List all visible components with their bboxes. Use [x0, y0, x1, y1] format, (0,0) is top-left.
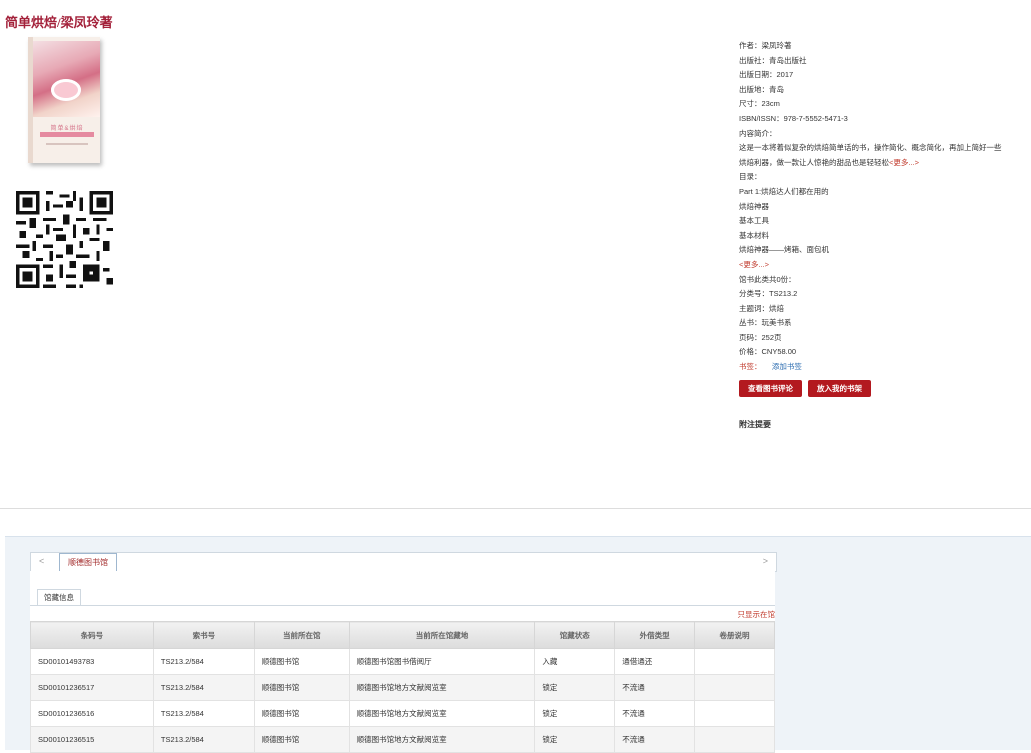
toc-item: 烘焙神器——烤箱、面包机: [739, 245, 829, 255]
toc-item: 烘焙神器: [739, 201, 769, 211]
publisher: 出版社：青岛出版社: [739, 55, 807, 65]
book-title: 简单烘焙/梁凤玲著: [5, 15, 113, 30]
view-reviews-button[interactable]: 查看图书评论: [739, 380, 802, 397]
volume-cell: [694, 700, 775, 727]
status-cell: 锁定: [534, 700, 616, 727]
series: 丛书：玩美书系: [739, 318, 792, 328]
cover-subtitle-line: [46, 143, 88, 145]
volume-cell: [694, 674, 775, 701]
size: 尺寸：23cm: [739, 99, 780, 109]
intro-line-2: 烘焙利器，做一款让人惊艳的甜品也是轻轻松<更多...>: [739, 156, 1029, 171]
book-cover-image: 简单&烘焙: [28, 37, 100, 163]
publish-date: 出版日期：2017: [739, 70, 794, 80]
status-cell: 锁定: [534, 674, 616, 701]
cover-photo: [33, 41, 100, 117]
publish-place: 出版地：青岛: [739, 84, 784, 94]
library-cell: 顺德图书馆: [253, 674, 350, 701]
tab-holdings-info[interactable]: 馆藏信息: [37, 589, 81, 605]
page-count: 页码：252页: [739, 332, 782, 342]
column-header[interactable]: 索书号: [152, 621, 255, 649]
column-header[interactable]: 卷册说明: [694, 621, 775, 649]
column-header[interactable]: 条码号: [30, 621, 154, 649]
isbn: ISBN/ISSN：978-7-5552-5471-3: [739, 113, 848, 123]
table-row: SD00101236517 TS213.2/584 顺德图书馆 顺德图书馆地方文…: [30, 674, 775, 701]
add-bookmark-link[interactable]: 添加书签: [772, 362, 802, 371]
barcode-cell: SD00101236517: [30, 674, 154, 701]
class-number: 分类号：TS213.2: [739, 289, 798, 299]
subject-words: 主题词：烘焙: [739, 303, 784, 313]
divider: [0, 508, 1031, 509]
loan-type-cell: 不流通: [614, 674, 696, 701]
author: 作者：梁凤玲著: [739, 41, 792, 50]
intro-text: 烘焙利器，做一款让人惊艳的甜品也是轻轻松: [739, 157, 889, 167]
intro-label: 内容简介：: [739, 128, 777, 138]
chevron-left-icon[interactable]: <: [39, 556, 44, 566]
table-header-row: 条码号 索书号 当前所在馆 当前所在馆藏地 馆藏状态 外借类型 卷册说明: [30, 621, 775, 649]
subtab-divider: [30, 605, 775, 606]
add-to-shelf-button[interactable]: 放入我的书架: [808, 380, 871, 397]
barcode-cell: SD00101493783: [30, 648, 154, 675]
holdings-content: 馆藏信息 只显示在馆 条码号 索书号 当前所在馆 当前所在馆藏地 馆藏状态 外借…: [30, 571, 776, 753]
location-cell: 顺德图书馆地方文献阅览室: [348, 674, 536, 701]
action-buttons: 查看图书评论 放入我的书架: [739, 380, 877, 397]
column-header[interactable]: 馆藏状态: [534, 621, 616, 649]
copies-count: 馆书此类共0份：: [739, 274, 796, 284]
location-cell: 顺德图书馆地方文献阅览室: [348, 700, 536, 727]
bookmark-label: 书签：: [739, 362, 762, 372]
qr-code-icon: [16, 191, 113, 288]
chevron-right-icon[interactable]: >: [763, 556, 768, 566]
intro-more-link[interactable]: <更多...>: [889, 158, 919, 167]
barcode-cell: SD00101236516: [30, 700, 154, 727]
intro-line-1: 这是一本将着似复杂的烘焙简单话的书，操作简化、概念简化，再加上简好一些: [739, 143, 1002, 153]
library-cell: 顺德图书馆: [253, 648, 350, 675]
table-row: SD00101236516 TS213.2/584 顺德图书馆 顺德图书馆地方文…: [30, 700, 775, 727]
volume-cell: [694, 648, 775, 675]
table-row: SD00101493783 TS213.2/584 顺德图书馆 顺德图书馆图书借…: [30, 648, 775, 675]
cover-title-band: [40, 132, 94, 137]
loan-type-cell: 不流通: [614, 700, 696, 727]
call-number-cell: TS213.2/584: [152, 674, 255, 701]
show-in-library-only-link[interactable]: 只显示在馆: [738, 609, 776, 620]
library-tab-bar: < 顺德图书馆 >: [30, 552, 777, 572]
toc-item: 基本工具: [739, 216, 769, 226]
column-header[interactable]: 外借类型: [614, 621, 696, 649]
cover-title-text: 简单&烘焙: [50, 126, 84, 132]
loan-type-cell: 通借通还: [614, 648, 696, 675]
attachment-summary-heading: 附注提要: [739, 420, 771, 429]
column-header[interactable]: 当前所在馆藏地: [348, 621, 536, 649]
call-number-cell: TS213.2/584: [152, 700, 255, 727]
call-number-cell: TS213.2/584: [152, 648, 255, 675]
toc-item: Part 1:烘焙达人们都在用的: [739, 186, 829, 196]
toc-label: 目录：: [739, 172, 762, 182]
holdings-table: 条码号 索书号 当前所在馆 当前所在馆藏地 馆藏状态 外借类型 卷册说明 SD0…: [30, 621, 775, 753]
column-header[interactable]: 当前所在馆: [253, 621, 350, 649]
toc-item: 基本材料: [739, 230, 769, 240]
toc-more-link[interactable]: <更多...>: [739, 258, 1029, 273]
status-cell: 入藏: [534, 648, 616, 675]
library-cell: 顺德图书馆: [253, 700, 350, 727]
bookmark-row: 书签： 添加书签: [739, 360, 1029, 375]
book-info-panel: 作者：梁凤玲著 出版社：青岛出版社 出版日期：2017 出版地：青岛 尺寸：23…: [739, 39, 1029, 375]
location-cell: 顺德图书馆图书借阅厅: [348, 648, 536, 675]
tab-shunde-library[interactable]: 顺德图书馆: [59, 553, 117, 572]
price: 价格：CNY58.00: [739, 347, 797, 357]
